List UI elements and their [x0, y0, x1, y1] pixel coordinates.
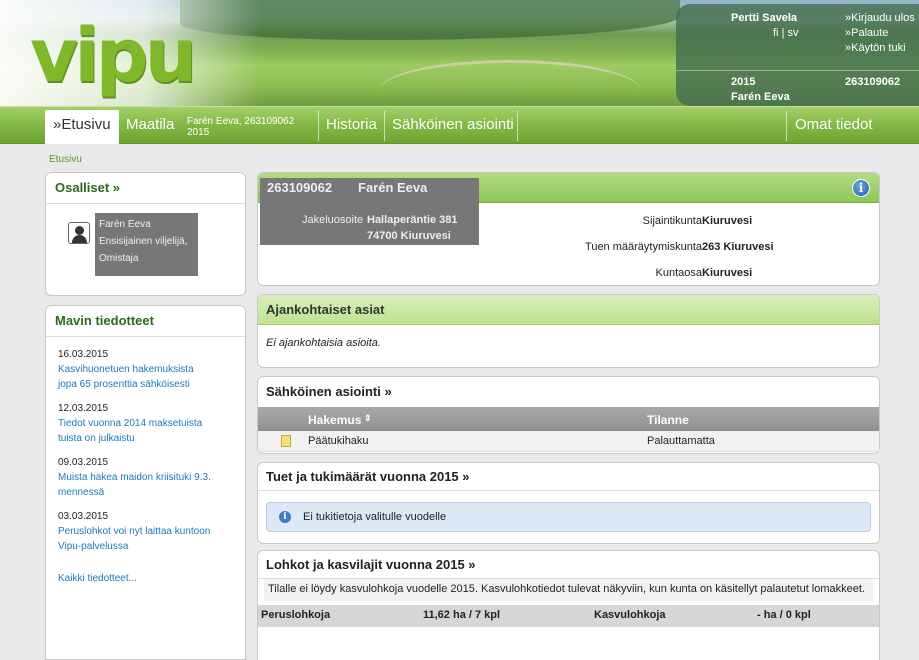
all-bulletins-link[interactable]: Kaikki tiedotteet... — [58, 573, 233, 584]
bulletin-list: 16.03.2015 Kasvihuonetuen hakemuksista jo… — [46, 337, 245, 592]
nav-farm[interactable]: Maatila — [118, 107, 182, 144]
parcels-note: Tilalle ei löydy kasvulohkoja vuodelle 2… — [264, 579, 873, 601]
farm-card: i 263109062 Farén Eeva Jakeluosoite Hall… — [257, 172, 880, 286]
selected-year: 2015 — [731, 76, 756, 88]
feedback-link[interactable]: »Palaute — [845, 26, 915, 41]
nav-farm-context-year: 2015 — [187, 127, 210, 138]
area-value: Kiuruvesi — [702, 267, 753, 279]
bulletin-date: 03.03.2015 — [58, 511, 109, 522]
table-row[interactable]: Päätukihaku Palauttamatta — [258, 431, 879, 452]
e-service-table-header: Hakemus ⇕ Tilanne — [258, 407, 879, 431]
current-matters-box: Ajankohtaiset asiat Ei ajankohtaisia asi… — [257, 294, 880, 368]
bulletin-date: 16.03.2015 — [58, 349, 109, 360]
nav-e-service[interactable]: Sähköinen asiointi — [384, 107, 522, 144]
bulletin-link[interactable]: Kasvihuonetuen hakemuksista jopa 65 prose… — [58, 362, 233, 392]
sort-icon[interactable]: ⇕ — [364, 413, 372, 424]
support-value: 263 Kiuruvesi — [702, 241, 774, 253]
address-street: Hallaperäntie 381 — [367, 214, 458, 226]
farm-name: Farén Eeva — [358, 180, 428, 195]
language-switch: fi | sv — [773, 27, 798, 39]
current-matters-message: Ei ajankohtaisia asioita. — [266, 337, 381, 349]
location-value: Kiuruvesi — [702, 215, 753, 227]
area-label: Kuntaosa — [655, 267, 702, 279]
lang-separator: | — [781, 27, 785, 39]
supports-info-bar: i Ei tukitietoja valitulle vuodelle — [266, 502, 871, 532]
bulletin-link[interactable]: Muista hakea maidon kriisituki 9.3. menne… — [58, 470, 233, 500]
owner-role: Ensisijainen viljelijä, — [99, 236, 188, 247]
owners-box: Osalliset » Farén Eeva Ensisijainen vilj… — [45, 172, 246, 296]
farm-id: 263109062 — [267, 180, 333, 195]
header-banner: vipu Pertti Savela fi | sv »Kirjaudu ulo… — [0, 0, 919, 106]
logout-link[interactable]: »Kirjaudu ulos — [845, 11, 915, 26]
nav-farm-context: Farén Eeva, 263109062 2015 — [187, 116, 294, 138]
supports-box: Tuet ja tukimäärät vuonna 2015 » i Ei tu… — [257, 462, 880, 544]
nav-farm-context-name: Farén Eeva, 263109062 — [187, 116, 295, 127]
support-link[interactable]: »Käytön tuki — [845, 41, 915, 56]
bulletins-title: Mavin tiedotteet — [46, 306, 245, 337]
supports-message: Ei tukitietoja valitulle vuodelle — [303, 511, 447, 523]
support-label: Tuen määräytymiskunta — [585, 241, 702, 253]
application-name[interactable]: Päätukihaku — [308, 435, 369, 447]
bulletin-date: 09.03.2015 — [58, 457, 109, 468]
farm-details-overlay: 263109062 Farén Eeva Jakeluosoite Hallap… — [260, 178, 479, 245]
nav-history[interactable]: Historia — [318, 107, 385, 144]
nav-home[interactable]: »Etusivu — [45, 110, 119, 144]
person-icon — [68, 222, 90, 244]
nav-separator — [517, 111, 518, 141]
owner-role-2: Omistaja — [99, 253, 139, 264]
e-service-title[interactable]: Sähköinen asiointi » — [258, 377, 879, 407]
e-service-box: Sähköinen asiointi » Hakemus ⇕ Tilanne P… — [257, 376, 880, 454]
bulletin-link[interactable]: Tiedot vuonna 2014 maksetuista tuista on … — [58, 416, 233, 446]
bulletins-box: Mavin tiedotteet 16.03.2015 Kasvihuonetu… — [45, 305, 246, 660]
selected-farm-id: 263109062 — [845, 76, 901, 88]
bulletin-date: 12.03.2015 — [58, 403, 109, 414]
nav-my-info[interactable]: Omat tiedot — [787, 107, 881, 144]
selected-farm-name: Farén Eeva — [731, 91, 790, 103]
growth-parcels-label: Kasvulohkoja — [594, 609, 666, 621]
column-application[interactable]: Hakemus — [308, 413, 361, 427]
address-postal: 74700 Kiuruvesi — [367, 230, 451, 242]
user-panel: Pertti Savela fi | sv »Kirjaudu ulos »Pa… — [676, 4, 919, 106]
parcels-summary-row: Peruslohkoja 11,62 ha / 7 kpl Kasvulohko… — [258, 605, 879, 627]
parcels-title[interactable]: Lohkot ja kasvilajit vuonna 2015 » — [258, 551, 879, 579]
info-icon: i — [279, 511, 291, 523]
owner-name: Farén Eeva — [99, 219, 151, 230]
location-label: Sijaintikunta — [642, 215, 702, 227]
column-status: Tilanne — [647, 413, 689, 427]
user-panel-divider — [676, 70, 919, 71]
growth-parcels-value: - ha / 0 kpl — [757, 609, 811, 621]
lang-fi-link[interactable]: fi — [773, 27, 779, 39]
base-parcels-value: 11,62 ha / 7 kpl — [423, 609, 501, 621]
supports-title[interactable]: Tuet ja tukimäärät vuonna 2015 » — [258, 463, 879, 491]
bulletin-link[interactable]: Peruslohkot voi nyt laittaa kuntoon Vipu-… — [58, 524, 233, 554]
current-matters-title: Ajankohtaiset asiat — [258, 295, 879, 325]
main-nav: »Etusivu Maatila Farén Eeva, 263109062 2… — [0, 106, 919, 144]
info-icon[interactable]: i — [852, 179, 870, 197]
lang-sv-link[interactable]: sv — [787, 27, 798, 39]
document-icon — [281, 435, 291, 447]
owners-title[interactable]: Osalliset » — [46, 173, 245, 204]
application-status: Palauttamatta — [647, 435, 715, 447]
owner-info: Farén Eeva Ensisijainen viljelijä, Omist… — [95, 213, 198, 276]
user-links: »Kirjaudu ulos »Palaute »Käytön tuki — [845, 11, 915, 56]
parcels-box: Lohkot ja kasvilajit vuonna 2015 » Tilal… — [257, 550, 880, 660]
address-label: Jakeluosoite — [302, 214, 364, 226]
base-parcels-label: Peruslohkoja — [261, 609, 331, 621]
user-name: Pertti Savela — [731, 12, 798, 24]
breadcrumb[interactable]: Etusivu — [49, 154, 82, 165]
banner-road — [380, 60, 640, 106]
vipu-logo[interactable]: vipu — [30, 16, 197, 96]
